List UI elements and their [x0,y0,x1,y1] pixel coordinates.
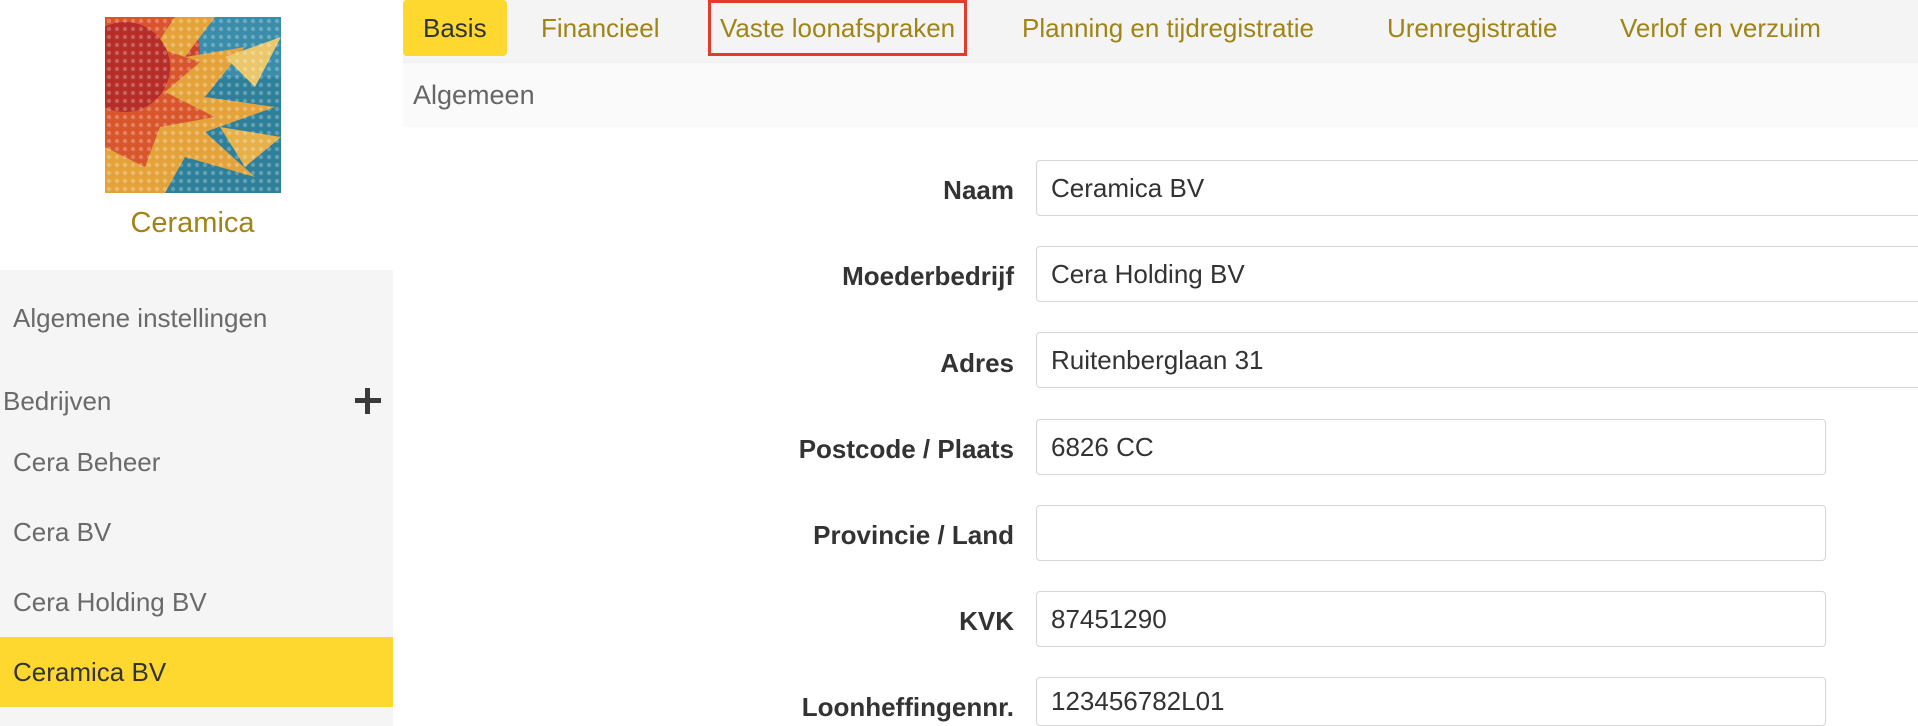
tabs-bar: Basis Financieel Vaste loonafspraken Pla… [403,0,1918,62]
kvk-label: KVK [959,606,1014,636]
loonheffingennr-input[interactable] [1036,677,1826,726]
companies-heading: Bedrijven [3,386,112,416]
moederbedrijf-label: Moederbedrijf [842,261,1014,291]
company-logo [105,17,281,193]
general-settings-link[interactable]: Algemene instellingen [13,303,267,334]
company-title: Ceramica [130,207,255,239]
add-company-icon[interactable] [353,386,383,416]
section-header: Algemeen [403,62,1918,127]
company-item[interactable]: Cera Beheer [0,427,393,497]
tab-basis[interactable]: Basis [403,0,507,56]
tab-verlof-verzuim[interactable]: Verlof en verzuim [1620,0,1821,56]
company-card: Ceramica [0,0,393,270]
tab-urenregistratie[interactable]: Urenregistratie [1387,0,1558,56]
provincie-land-label: Provincie / Land [813,520,1014,550]
tab-financieel[interactable]: Financieel [541,0,660,56]
provincie-land-input[interactable] [1036,505,1826,561]
section-title: Algemeen [413,80,535,110]
tab-planning-tijdregistratie[interactable]: Planning en tijdregistratie [1022,0,1314,56]
naam-label: Naam [943,175,1014,205]
postcode-plaats-input[interactable] [1036,419,1826,475]
kvk-input[interactable] [1036,591,1826,647]
company-item[interactable]: Cera Holding BV [0,567,393,637]
adres-input[interactable] [1036,332,1918,388]
tab-vaste-loonafspraken[interactable]: Vaste loonafspraken [708,0,968,56]
naam-input[interactable] [1036,160,1918,216]
loonheffingennr-label: Loonheffingennr. [801,692,1014,722]
postcode-plaats-label: Postcode / Plaats [798,434,1014,464]
company-item[interactable]: Cera BV [0,497,393,567]
adres-label: Adres [940,348,1014,378]
sidebar: Ceramica Algemene instellingen Bedrijven… [0,0,393,726]
moederbedrijf-input[interactable] [1036,246,1918,302]
company-item-active[interactable]: Ceramica BV [0,637,393,707]
